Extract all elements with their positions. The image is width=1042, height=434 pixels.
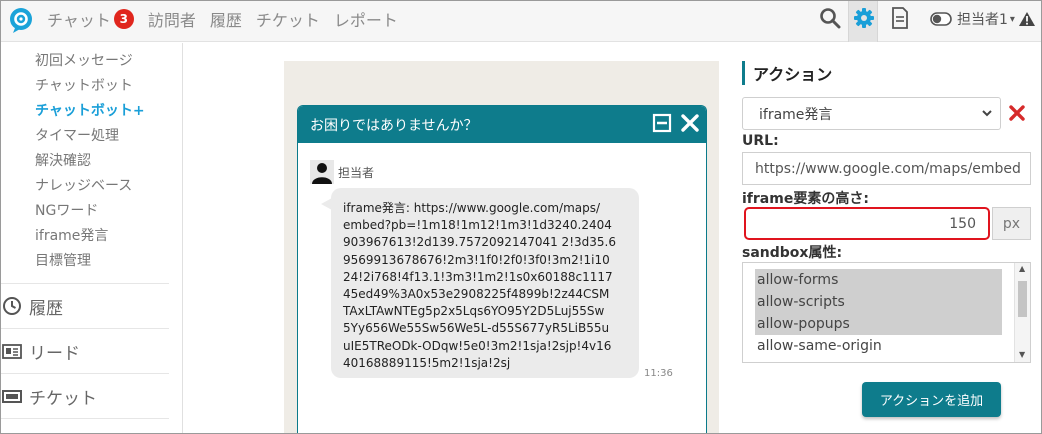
chat-widget-preview: お困りではありませんか？ 担当者 iframe発言: https://www.g… [297,105,707,433]
nav-chat[interactable]: チャット 3 [47,7,134,31]
sidebar-item-chatbot-plus[interactable]: チャットボット+ [35,100,145,120]
sidebar-item-leads[interactable]: リード [1,336,80,366]
top-bar: チャット 3 訪問者 履歴 チケット レポート 担当者1 ▾ [1,1,1041,42]
url-label: URL: [742,133,779,149]
app-window: チャット 3 訪問者 履歴 チケット レポート 担当者1 ▾ 初回メッセージ チ… [0,0,1042,434]
main-nav: チャット 3 訪問者 履歴 チケット レポート [47,1,412,37]
scroll-up-icon[interactable]: ▲ [1019,264,1025,273]
chevron-down-icon [982,110,992,117]
sandbox-option[interactable]: allow-popups [755,313,1002,335]
sidebar-item-history[interactable]: 履歴 [1,291,63,321]
url-field[interactable]: https://www.google.com/maps/embed [742,152,1031,185]
settings-tab[interactable] [848,1,878,42]
id-card-icon [2,344,22,359]
document-icon[interactable] [891,7,909,29]
chat-widget-header: お困りではありませんか？ [298,106,706,143]
ticket-icon [2,390,22,403]
search-icon[interactable] [819,7,841,29]
user-menu[interactable]: 担当者1 ▾ [930,1,1036,37]
action-type-select[interactable]: iframe発言 [742,97,1001,130]
scroll-down-icon[interactable]: ▼ [1019,350,1025,359]
sidebar-item-resolution-check[interactable]: 解決確認 [35,150,91,170]
listbox-scrollbar[interactable]: ▲ ▼ [1014,263,1030,362]
sidebar-item-tickets[interactable]: チケット [1,381,97,411]
sandbox-label: sandbox属性: [742,245,843,261]
sidebar-item-chatbot[interactable]: チャットボット [35,75,133,95]
sidebar-item-leads-label: リード [29,343,80,364]
minimize-icon[interactable] [652,113,672,133]
delete-action-icon[interactable] [1008,104,1026,122]
sandbox-option[interactable]: allow-forms [755,269,1002,291]
message-timestamp: 11:36 [644,368,673,379]
sidebar-item-knowledge-base[interactable]: ナレッジベース [35,175,132,195]
iframe-height-label: iframe要素の高さ: [742,191,869,207]
user-name: 担当者1 [957,12,1008,28]
scrollbar-thumb[interactable] [1018,281,1027,317]
close-icon[interactable] [680,113,700,133]
sidebar-item-history-label: 履歴 [29,298,63,319]
sidebar-divider [1,328,169,329]
sidebar-item-iframe[interactable]: iframe発言 [35,225,108,245]
action-section-title: アクション [742,61,832,85]
chat-widget-title: お困りではありませんか？ [310,117,478,134]
sidebar-item-goals[interactable]: 目標管理 [35,250,91,270]
sandbox-multiselect[interactable]: allow-forms allow-scripts allow-popups a… [742,262,1031,363]
nav-history[interactable]: 履歴 [210,7,242,31]
sidebar-item-ng-words[interactable]: NGワード [35,200,98,220]
nav-visitors[interactable]: 訪問者 [148,7,196,31]
agent-row: 担当者 [310,160,374,184]
message-bubble: iframe発言: https://www.google.com/maps/ e… [331,188,639,378]
nav-chat-label: チャット [47,11,111,30]
sidebar: 初回メッセージ チャットボット チャットボット+ タイマー処理 解決確認 ナレッ… [1,43,183,433]
sidebar-item-timer[interactable]: タイマー処理 [35,125,119,145]
sandbox-option[interactable]: allow-same-origin [755,335,1002,357]
caret-down-icon: ▾ [1009,13,1015,25]
app-logo-icon[interactable] [7,6,35,34]
sidebar-divider [1,373,169,374]
sandbox-option[interactable]: allow-scripts [755,291,1002,313]
warning-icon[interactable] [1018,11,1036,27]
sidebar-item-tickets-label: チケット [29,388,97,409]
nav-reports[interactable]: レポート [334,7,398,31]
history-icon [3,297,21,315]
chat-count-badge: 3 [113,9,134,29]
sidebar-divider [1,283,169,284]
action-type-value: iframe発言 [759,106,833,123]
height-unit-addon: px [992,207,1031,240]
sidebar-item-first-message[interactable]: 初回メッセージ [35,50,133,70]
sidebar-divider [1,418,169,419]
iframe-height-field[interactable]: 150 [744,207,990,240]
agent-name: 担当者 [338,165,375,180]
add-action-button[interactable]: アクションを追加 [862,382,1001,417]
nav-tickets[interactable]: チケット [256,7,320,31]
gear-icon [854,8,874,28]
avatar-icon [310,160,334,184]
status-toggle-icon[interactable] [930,12,952,26]
